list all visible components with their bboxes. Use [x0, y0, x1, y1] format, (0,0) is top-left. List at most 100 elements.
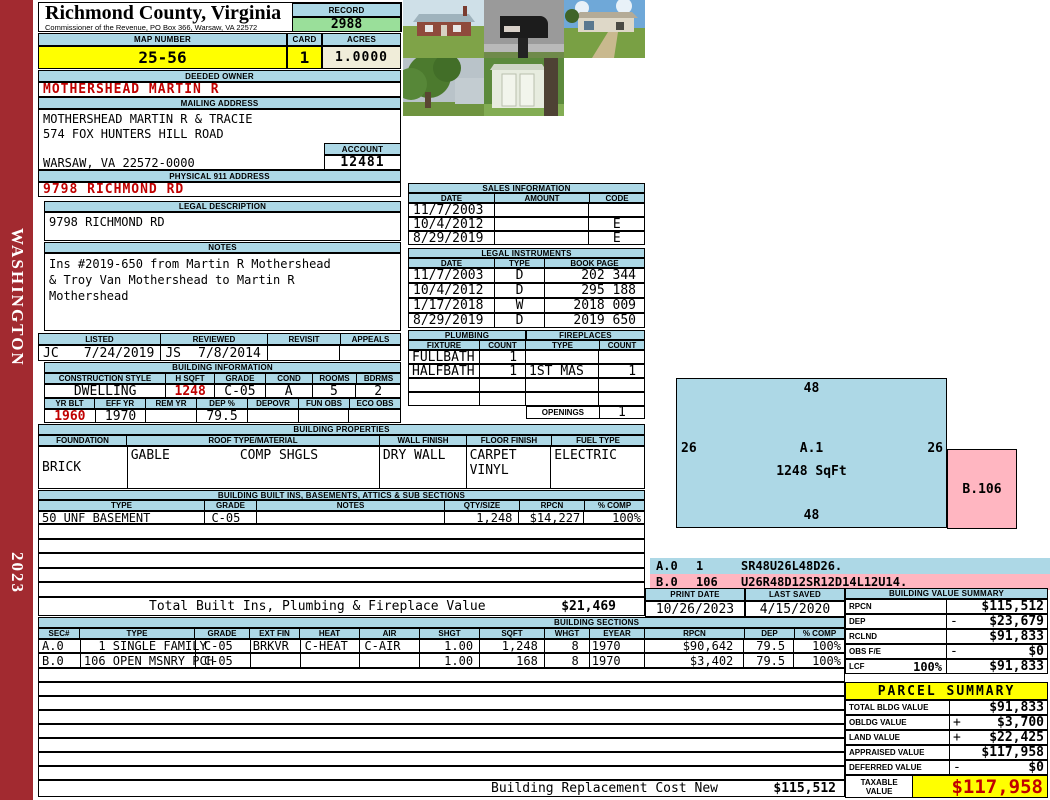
li-bookpage: 295 188 [581, 283, 636, 298]
bs-extfin-label: EXT FIN [250, 628, 300, 639]
bs-whgt-label: WHGT [545, 628, 590, 639]
photo-thumbnail-5[interactable] [484, 58, 564, 116]
depovr-value [248, 410, 299, 422]
building-info-values-2: 1960 1970 79.5 [44, 409, 401, 424]
sale-code: E [612, 216, 621, 232]
building-properties-title: BUILDING PROPERTIES [38, 424, 645, 435]
mailing-address-label: MAILING ADDRESS [38, 97, 401, 109]
bvs-amount: $91,833 [989, 629, 1044, 644]
bvs-amount: $115,512 [981, 599, 1044, 614]
building-section-row: B.0 106 OPEN MSNRY PCH C-05 1.00 168 8 1… [38, 653, 845, 668]
sale-date: 10/4/2012 [409, 217, 496, 232]
listed-date: 7/24/2019 [83, 345, 155, 361]
bvs-label: OBS F/E [846, 645, 948, 658]
bi-type-value: 50 UNF BASEMENT [39, 511, 206, 525]
floor-finish-value: CARPET VINYL [467, 447, 552, 488]
ps-label: DEFERRED VALUE [846, 761, 950, 774]
bvs-label: RPCN [846, 600, 948, 613]
listed-value: JC 7/24/2019 [39, 345, 162, 361]
li-date: 10/4/2012 [409, 283, 496, 298]
bi-type-label: TYPE [38, 500, 205, 511]
bvs-row: OBS F/E - $0 [845, 644, 1048, 659]
openings-count: 1 [617, 405, 626, 420]
print-date-label: PRINT DATE [645, 588, 745, 601]
bs-sqft: 1,248 [480, 639, 545, 653]
photo-thumbnail-2[interactable] [484, 0, 564, 58]
legal-row: 8/29/2019 D 2019 650 [408, 313, 645, 328]
account-label: ACCOUNT [324, 143, 401, 155]
photo-thumbnail-empty [564, 58, 645, 116]
acres-label: ACRES [322, 33, 401, 46]
fireplace-type [526, 351, 600, 363]
bs-heat [301, 654, 361, 667]
last-saved-value: 4/15/2020 [745, 601, 845, 617]
building-properties-values: BRICK GABLE COMP SHGLS DRY WALL CARPET V… [38, 446, 645, 489]
sketch-dim-right: 26 [927, 441, 943, 456]
fixture [409, 393, 481, 405]
sales-information-title: SALES INFORMATION [408, 183, 645, 193]
ps-label-text: LAND VALUE [849, 733, 900, 742]
roof-value: GABLE COMP SHGLS [128, 447, 380, 488]
ps-label-text: APPRAISED VALUE [849, 748, 925, 757]
taxable-value-amount-text: $117,958 [951, 775, 1043, 798]
sidebar-year-label: 2023 [8, 552, 27, 594]
fuel-type-text: ELECTRIC [554, 448, 617, 463]
floor-finish-label: FLOOR FINISH [467, 435, 552, 446]
bs-grade-label: GRADE [195, 628, 250, 639]
effyr-label: EFF YR [95, 398, 146, 409]
deeded-owner-label: DEEDED OWNER [38, 70, 401, 82]
plumbing-fireplace-row [408, 378, 645, 392]
bi-notes-value [257, 512, 445, 523]
bi-rpcn-label: RPCN [520, 500, 585, 511]
bvs-value: $115,512 [947, 599, 1047, 614]
li-type: D [495, 283, 545, 298]
building-info-headers-2: YR BLT EFF YR REM YR DEP % DEPOVR FUN OB… [44, 398, 401, 409]
bs-dep-label: DEP [745, 628, 795, 639]
ps-op: + [952, 715, 961, 730]
sales-row: 11/7/2003 [408, 203, 645, 218]
review-values: JC 7/24/2019 JS 7/8/2014 [38, 345, 401, 361]
li-type: D [495, 268, 545, 283]
fireplace-count [599, 379, 644, 391]
bi-notes-label: NOTES [257, 500, 445, 511]
plumbing-fireplace-row [408, 392, 645, 406]
legal-row: 1/17/2018 W 2018 009 [408, 298, 645, 313]
mailing-line-3: WARSAW, VA 22572-0000 [43, 156, 195, 170]
parcel-summary-title-text: PARCEL SUMMARY [877, 683, 1016, 699]
ps-amount: $91,833 [989, 700, 1044, 715]
photo-thumbnail-4[interactable] [403, 58, 484, 116]
floor-finish-line-2: VINYL [469, 463, 509, 478]
bvs-label: LCF 100% [846, 660, 948, 674]
revisit-label: REVISIT [268, 333, 341, 345]
ps-label: TOTAL BLDG VALUE [846, 701, 950, 714]
sketch-section-a-label: A.1 [799, 441, 824, 456]
bvs-label: DEP [846, 615, 948, 628]
building-properties-headers: FOUNDATION ROOF TYPE/MATERIAL WALL FINIS… [38, 435, 645, 446]
bs-sec: A.0 [39, 639, 81, 653]
bs-comp-label: % COMP [795, 628, 845, 639]
openings-label-text: OPENINGS [541, 408, 584, 417]
bs-comp: 100% [812, 653, 841, 668]
building-sections-title-text: BUILDING SECTIONS [554, 618, 640, 627]
wall-finish-value: DRY WALL [380, 447, 467, 488]
photo-thumbnail-3[interactable] [564, 0, 645, 58]
listed-by: JC [43, 345, 59, 361]
physical-address-label: PHYSICAL 911 ADDRESS [38, 170, 401, 182]
appeals-value [340, 346, 400, 360]
bvs-amount: $91,833 [989, 659, 1044, 674]
bdrms-label: BDRMS [357, 373, 401, 384]
photo-thumbnail-1[interactable] [403, 0, 484, 58]
fixture: FULLBATH [409, 350, 481, 365]
sales-row: 8/29/2019 E [408, 231, 645, 246]
sales-row: 10/4/2012 E [408, 216, 645, 232]
construction-style-value: DWELLING [45, 384, 167, 399]
sales-amount-label: AMOUNT [495, 193, 590, 203]
built-ins-empty-row [38, 568, 645, 582]
fireplace-type [526, 379, 600, 391]
bs-dep: 79.5 [744, 639, 795, 653]
building-section-empty-row [38, 752, 845, 766]
roof-label: ROOF TYPE/MATERIAL [127, 435, 380, 446]
yard-tree-photo [403, 58, 484, 116]
ps-value: + $22,425 [950, 730, 1047, 745]
map-number-label: MAP NUMBER [38, 33, 287, 46]
